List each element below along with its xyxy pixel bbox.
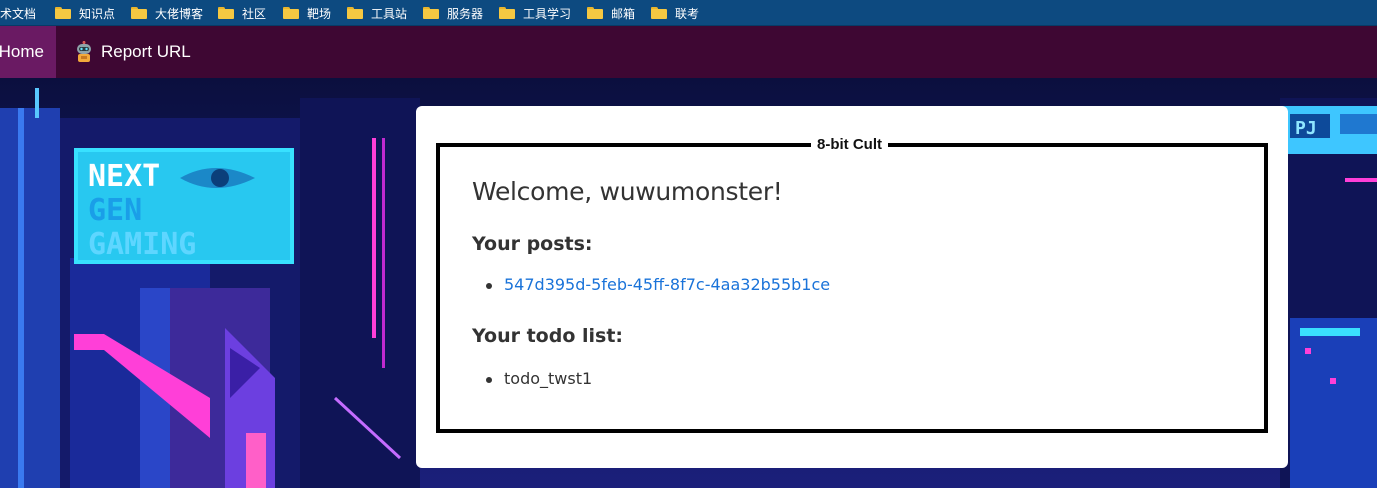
- post-link[interactable]: 547d395d-5feb-45ff-8f7c-4aa32b55b1ce: [504, 275, 830, 294]
- sign-line-gaming: GAMING: [88, 227, 196, 262]
- folder-icon: [55, 7, 71, 19]
- folder-icon: [587, 7, 603, 19]
- folder-icon: [499, 7, 515, 19]
- bookmark-folder[interactable]: 技术文档: [0, 0, 36, 26]
- robot-icon: [77, 41, 91, 62]
- folder-icon: [283, 7, 299, 19]
- bookmarks-bar: 技术文档 知识点 大佬博客 社区 靶场 工具站 服务器 工具学习 邮箱 联考: [0, 0, 1377, 26]
- bookmark-label: 社区: [242, 6, 267, 21]
- bookmark-folder[interactable]: 邮箱: [587, 0, 635, 26]
- site-navbar: Home Report URL: [0, 26, 1377, 78]
- bookmark-folder[interactable]: 知识点: [55, 0, 115, 26]
- posts-heading: Your posts:: [472, 233, 593, 255]
- nav-home-link[interactable]: Home: [0, 26, 56, 78]
- bookmark-folder[interactable]: 工具学习: [499, 0, 571, 26]
- bookmark-folder[interactable]: 联考: [651, 0, 699, 26]
- bookmark-folder[interactable]: 工具站: [347, 0, 407, 26]
- bookmark-label: 技术文档: [0, 6, 37, 21]
- bookmark-folder[interactable]: 服务器: [423, 0, 483, 26]
- badge-text: PJ: [1295, 118, 1317, 139]
- bookmark-label: 邮箱: [611, 6, 636, 21]
- folder-icon: [131, 7, 147, 19]
- folder-icon: [218, 7, 234, 19]
- list-item: todo_twst1: [486, 369, 592, 390]
- folder-icon: [347, 7, 363, 19]
- bookmark-folder[interactable]: 大佬博客: [131, 0, 203, 26]
- welcome-heading: Welcome, wuwumonster!: [472, 177, 783, 206]
- bookmark-label: 靶场: [307, 6, 332, 21]
- bookmark-label: 工具学习: [523, 6, 572, 21]
- todo-item: todo_twst1: [504, 369, 593, 388]
- folder-icon: [651, 7, 667, 19]
- profile-card: 8-bit Cult Welcome, wuwumonster! Your po…: [416, 106, 1288, 468]
- fieldset-legend: 8-bit Cult: [811, 135, 888, 155]
- bookmark-folder[interactable]: 社区: [218, 0, 266, 26]
- sign-line-next: NEXT: [88, 159, 160, 194]
- bookmark-label: 工具站: [371, 6, 408, 21]
- nav-report-url-link[interactable]: Report URL: [74, 26, 191, 78]
- nav-report-label: Report URL: [101, 42, 191, 61]
- bookmark-folder[interactable]: 靶场: [283, 0, 331, 26]
- folder-icon: [423, 7, 439, 19]
- bookmark-label: 知识点: [79, 6, 116, 21]
- bookmark-label: 联考: [675, 6, 700, 21]
- bookmark-label: 大佬博客: [155, 6, 204, 21]
- list-item: 547d395d-5feb-45ff-8f7c-4aa32b55b1ce: [486, 275, 830, 296]
- todo-list: todo_twst1: [486, 369, 592, 390]
- sign-line-gen: GEN: [88, 193, 142, 228]
- todo-heading: Your todo list:: [472, 325, 623, 347]
- posts-list: 547d395d-5feb-45ff-8f7c-4aa32b55b1ce: [486, 275, 830, 296]
- cult-fieldset: 8-bit Cult Welcome, wuwumonster! Your po…: [436, 135, 1268, 433]
- bookmark-label: 服务器: [447, 6, 484, 21]
